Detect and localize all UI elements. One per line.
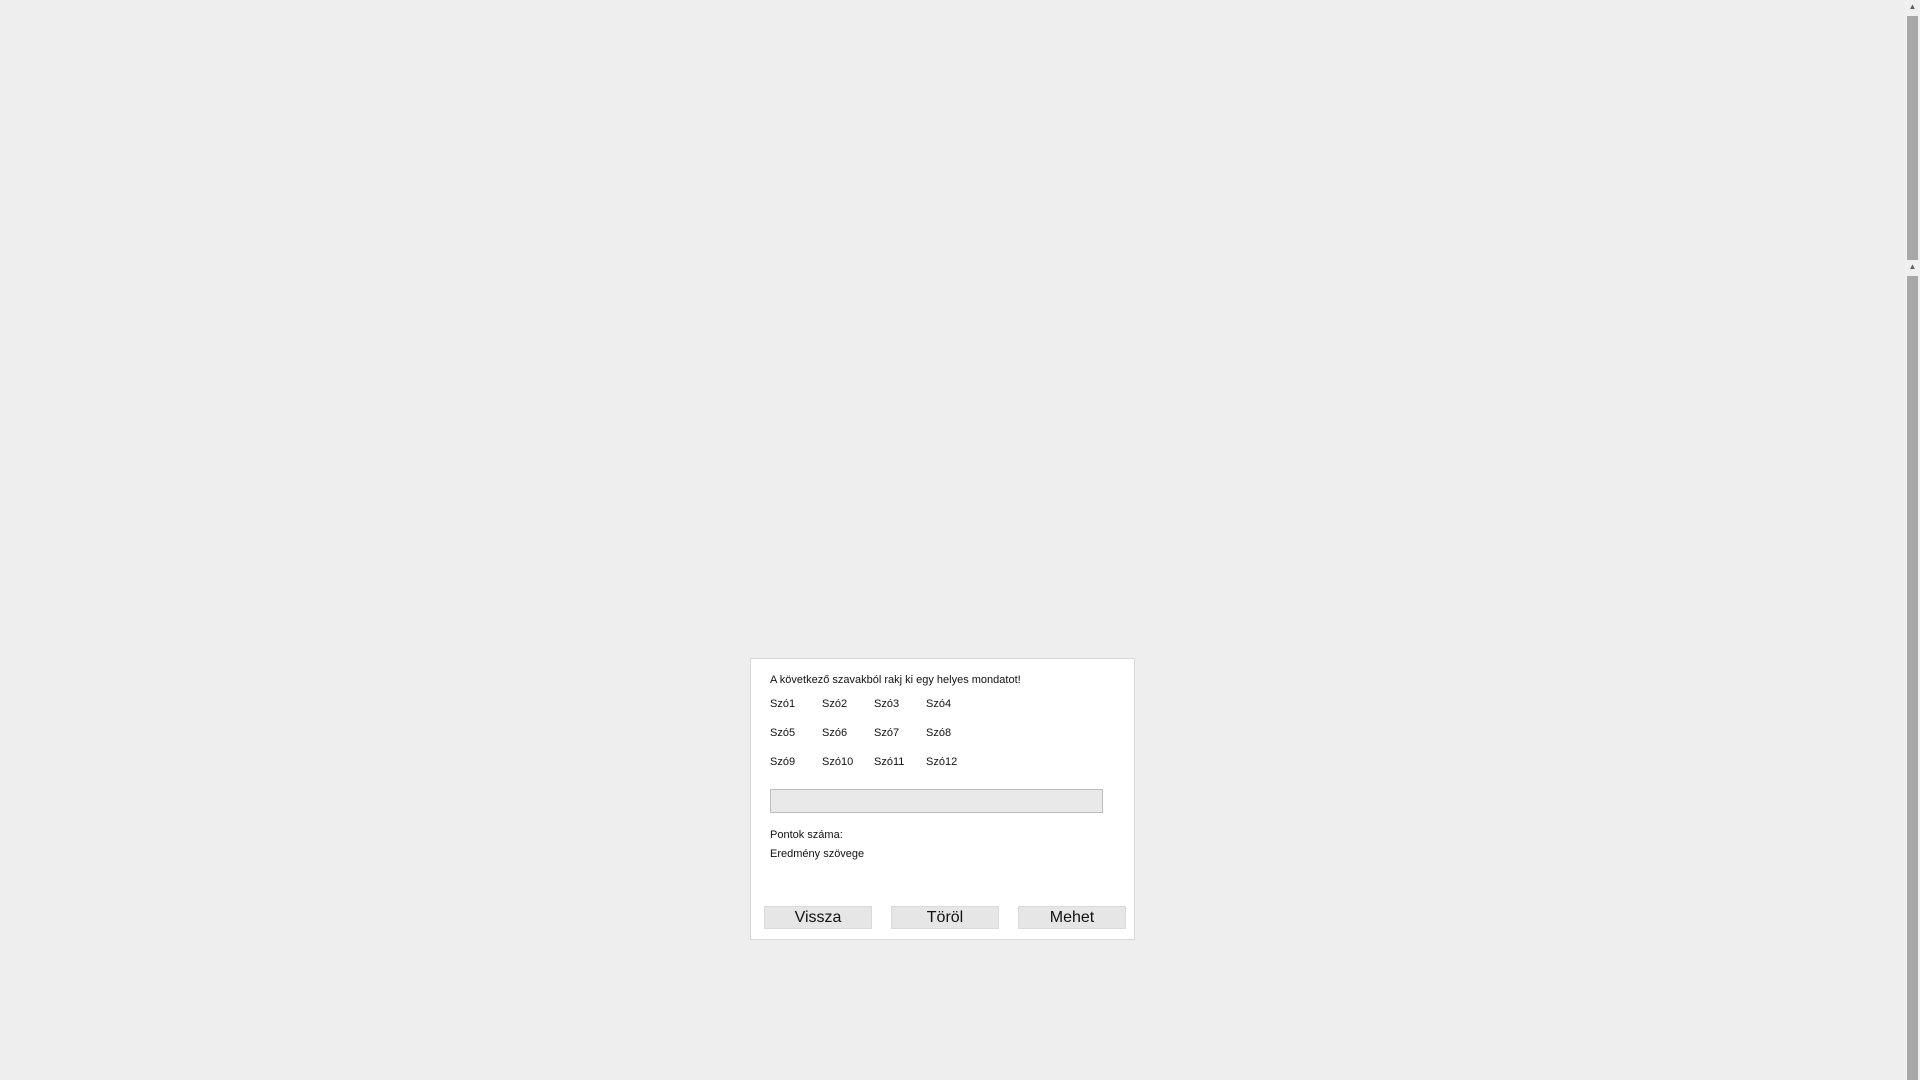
word-item[interactable]: Szó9 [770, 755, 822, 784]
answer-field[interactable] [770, 789, 1103, 813]
result-text: Eredmény szövege [770, 848, 865, 860]
word-item[interactable]: Szó11 [874, 755, 926, 784]
sentence-builder-dialog: A következő szavakból rakj ki egy helyes… [750, 658, 1135, 940]
scrollbar-top[interactable]: ▲ [1905, 0, 1920, 266]
word-grid: Szó1 Szó2 Szó3 Szó4 Szó5 Szó6 Szó7 Szó8 … [770, 697, 978, 784]
word-item[interactable]: Szó10 [822, 755, 874, 784]
scrollbar-thumb[interactable] [1907, 16, 1918, 264]
clear-button[interactable]: Töröl [891, 906, 999, 929]
word-item[interactable]: Szó2 [822, 697, 874, 726]
word-item[interactable]: Szó8 [926, 726, 978, 755]
word-item[interactable]: Szó12 [926, 755, 978, 784]
page: ▲ ▲ A következő szavakból rakj ki egy he… [0, 0, 1920, 1080]
score-label: Pontok száma: [770, 829, 843, 841]
word-item[interactable]: Szó5 [770, 726, 822, 755]
scroll-up-arrow-icon[interactable]: ▲ [1905, 0, 1920, 14]
word-item[interactable]: Szó7 [874, 726, 926, 755]
instruction-text: A következő szavakból rakj ki egy helyes… [770, 674, 1021, 686]
word-item[interactable]: Szó4 [926, 697, 978, 726]
scrollbar-main[interactable]: ▲ [1905, 260, 1920, 1080]
word-item[interactable]: Szó6 [822, 726, 874, 755]
back-button[interactable]: Vissza [764, 906, 872, 929]
scrollbar-thumb[interactable] [1907, 276, 1918, 1080]
go-button[interactable]: Mehet [1018, 906, 1126, 929]
word-item[interactable]: Szó3 [874, 697, 926, 726]
scroll-up-arrow-icon[interactable]: ▲ [1905, 260, 1920, 274]
word-item[interactable]: Szó1 [770, 697, 822, 726]
